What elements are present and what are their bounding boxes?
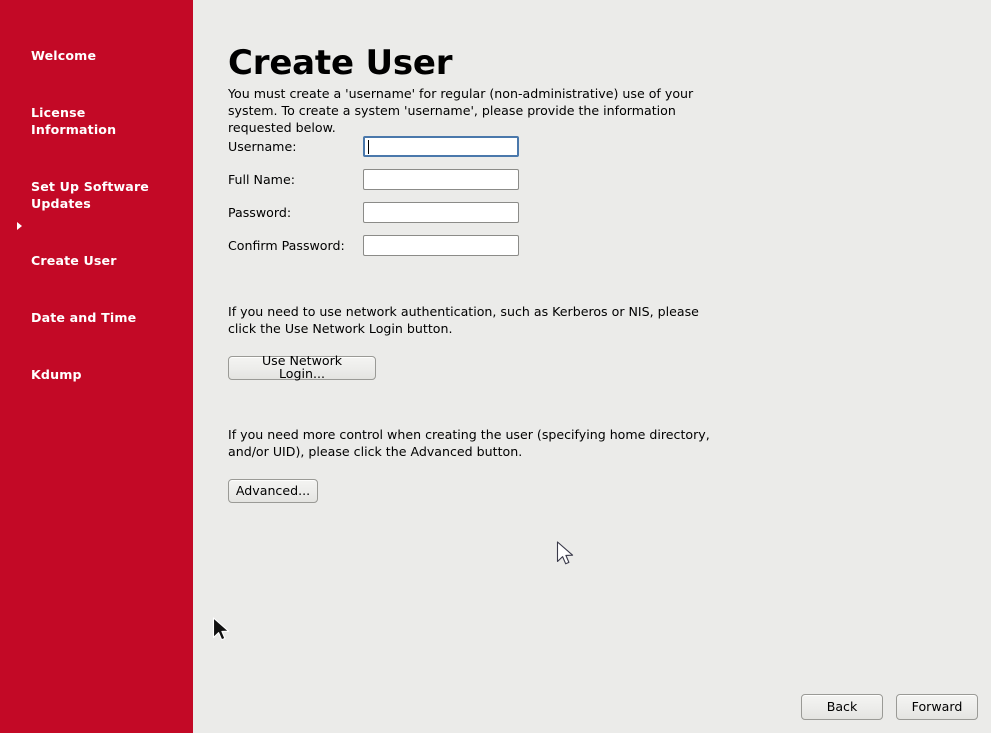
- sidebar-item-license-information[interactable]: License Information: [0, 70, 193, 138]
- sidebar-item-label: Kdump: [31, 367, 82, 382]
- use-network-login-button[interactable]: Use Network Login...: [228, 355, 376, 380]
- text-caret: [368, 140, 369, 154]
- sidebar-item-label: Welcome: [31, 48, 97, 63]
- sidebar-item-create-user[interactable]: Create User: [0, 218, 193, 269]
- sidebar-navigation: Welcome License Information Set Up Softw…: [0, 0, 193, 733]
- sidebar-item-label: Date and Time: [31, 310, 137, 325]
- advanced-button[interactable]: Advanced...: [228, 479, 318, 503]
- installer-window: Welcome License Information Set Up Softw…: [0, 0, 991, 733]
- advanced-description: If you need more control when creating t…: [228, 426, 710, 459]
- password-label: Password:: [228, 205, 292, 220]
- sidebar-item-date-and-time[interactable]: Date and Time: [0, 275, 193, 326]
- password-input[interactable]: [363, 202, 519, 223]
- sidebar-item-set-up-software-updates[interactable]: Set Up Software Updates: [0, 144, 193, 212]
- sidebar-item-label: Set Up Software Updates: [31, 179, 149, 211]
- forward-button[interactable]: Forward: [896, 694, 978, 720]
- sidebar-item-label: License Information: [31, 105, 117, 137]
- confirm-password-label: Confirm Password:: [228, 238, 345, 253]
- confirm-password-input[interactable]: [363, 235, 519, 256]
- selection-arrow-icon: [17, 222, 22, 230]
- main-content-pane: Create User You must create a 'username'…: [193, 0, 991, 733]
- intro-description: You must create a 'username' for regular…: [228, 85, 694, 135]
- page-title: Create User: [228, 42, 453, 83]
- sidebar-item-kdump[interactable]: Kdump: [0, 332, 193, 383]
- network-login-description: If you need to use network authenticatio…: [228, 303, 699, 336]
- full-name-label: Full Name:: [228, 172, 295, 187]
- full-name-input[interactable]: [363, 169, 519, 190]
- username-label: Username:: [228, 139, 297, 154]
- sidebar-item-welcome[interactable]: Welcome: [0, 13, 193, 64]
- back-button[interactable]: Back: [801, 694, 883, 720]
- sidebar-item-label: Create User: [31, 253, 117, 268]
- username-input[interactable]: [363, 136, 519, 157]
